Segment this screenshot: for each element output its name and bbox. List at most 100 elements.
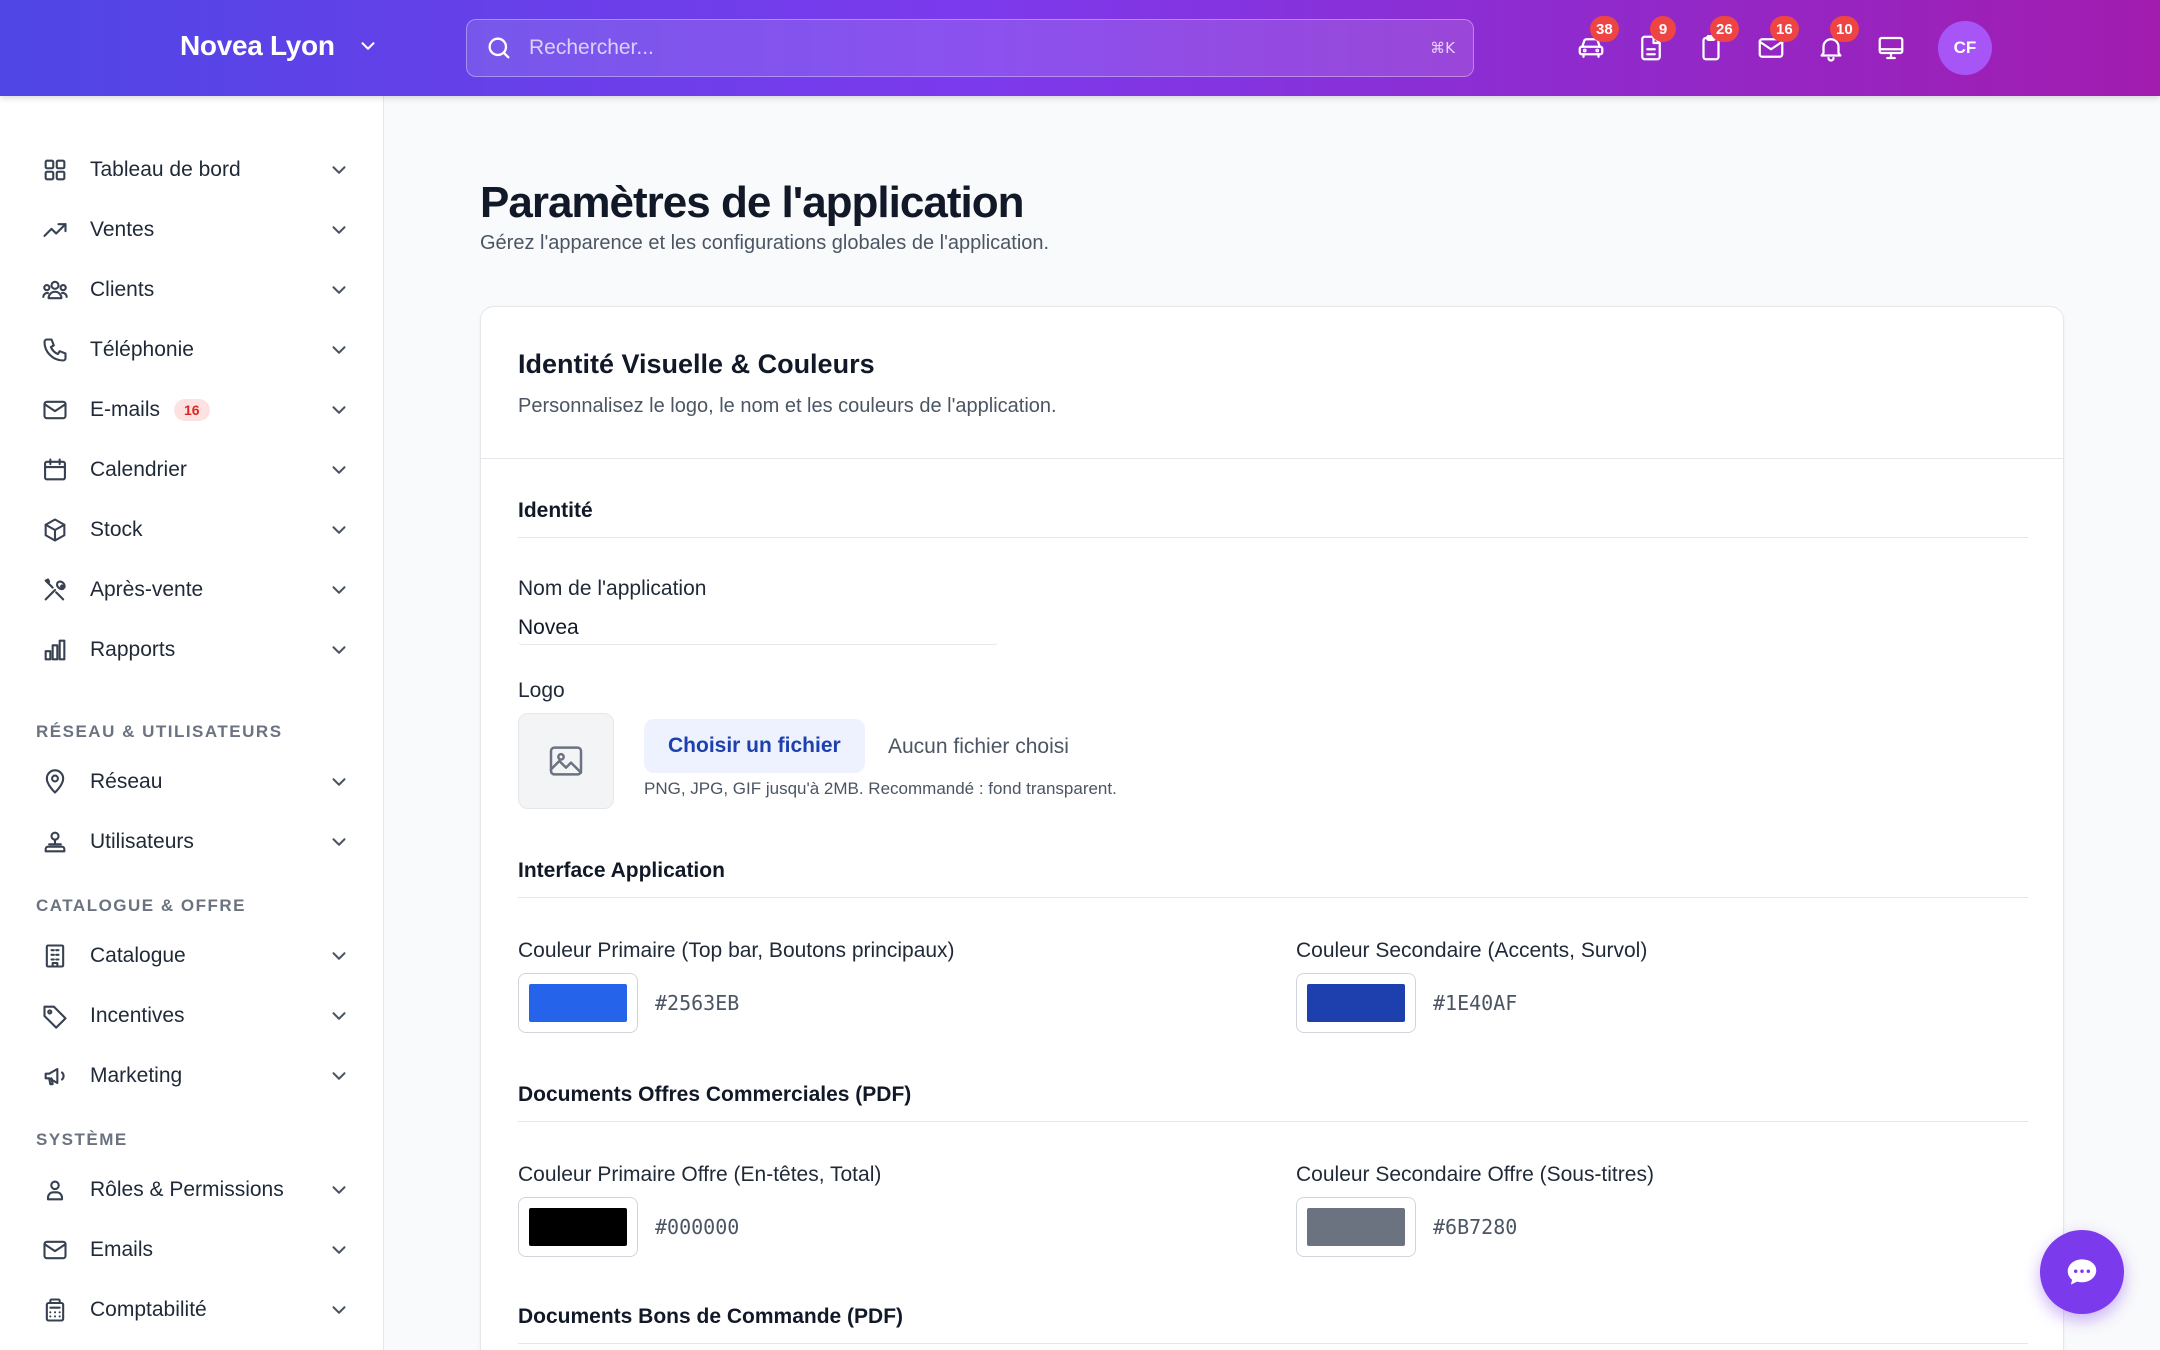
chevron-down-icon	[332, 286, 346, 294]
bell-badge: 10	[1830, 16, 1859, 42]
car-notifications-button[interactable]: 38	[1573, 16, 1619, 66]
chevron-down-icon	[332, 586, 346, 594]
chevron-down-icon	[332, 778, 346, 786]
sidebar-item-roles-permissions[interactable]: Rôles & Permissions	[40, 1168, 350, 1212]
user-avatar[interactable]: CF	[1938, 21, 1992, 75]
sidebar-item-label: Incentives	[90, 1004, 185, 1027]
sidebar-item-tableau-de-bord[interactable]: Tableau de bord	[40, 148, 350, 192]
sidebar-item-ventes[interactable]: Ventes	[40, 208, 350, 252]
chevron-down-icon	[332, 952, 346, 960]
chart-icon	[40, 635, 70, 665]
sidebar-item-utilisateurs[interactable]: Utilisateurs	[40, 820, 350, 864]
sidebar-item-label: Comptabilité	[90, 1298, 207, 1321]
logo-preview	[518, 713, 614, 809]
logo-label: Logo	[518, 679, 565, 702]
sidebar-item-label: Stock	[90, 518, 143, 541]
workspace-switcher[interactable]: Novea Lyon	[180, 30, 379, 62]
sidebar-item-rapports[interactable]: Rapports	[40, 628, 350, 672]
page-title: Paramètres de l'application	[480, 178, 1024, 227]
sidebar-item-e-mails[interactable]: E-mails 16	[40, 388, 350, 432]
mail-icon	[40, 395, 70, 425]
sidebar-item-calendrier[interactable]: Calendrier	[40, 448, 350, 492]
clipboard-badge: 26	[1710, 16, 1739, 42]
sidebar-item-label: Après-vente	[90, 578, 204, 601]
email-count-badge: 16	[174, 399, 210, 421]
chevron-down-icon	[332, 1186, 346, 1194]
sidebar-item-emails[interactable]: Emails	[40, 1228, 350, 1272]
trend-icon	[40, 215, 70, 245]
search-shortcut: ⌘K	[1430, 39, 1455, 57]
tasks-button[interactable]: 26	[1693, 16, 1739, 66]
chevron-down-icon	[332, 226, 346, 234]
search-icon	[488, 37, 510, 59]
tag-icon	[40, 1001, 70, 1031]
secondary-color-value: #1E40AF	[1433, 991, 1518, 1015]
user-network-icon	[40, 827, 70, 857]
users-icon	[40, 275, 70, 305]
chevron-down-icon	[361, 42, 375, 50]
sidebar-item-label: Téléphonie	[90, 338, 194, 361]
sidebar-item-label: Emails	[90, 1238, 154, 1261]
phone-icon	[40, 335, 70, 365]
box-icon	[40, 515, 70, 545]
brand-name: Novea Lyon	[180, 30, 335, 61]
sidebar-item-stock[interactable]: Stock	[40, 508, 350, 552]
sidebar-item-telephonie[interactable]: Téléphonie	[40, 328, 350, 372]
notifications-button[interactable]: 10	[1813, 16, 1859, 66]
settings-card: Identité Visuelle & Couleurs Personnalis…	[480, 306, 2064, 1350]
primary-color-picker[interactable]	[518, 973, 638, 1033]
card-header: Identité Visuelle & Couleurs Personnalis…	[481, 307, 2063, 459]
messages-button[interactable]: 16	[1753, 16, 1799, 66]
sidebar-item-label: Marketing	[90, 1064, 183, 1087]
calculator-icon	[40, 1295, 70, 1325]
offer-primary-color-label: Couleur Primaire Offre (En-têtes, Total)	[518, 1163, 882, 1186]
documents-button[interactable]: 9	[1633, 16, 1676, 66]
secondary-color-swatch	[1307, 984, 1405, 1022]
sidebar-item-marketing[interactable]: Marketing	[40, 1054, 350, 1098]
user-icon	[40, 1175, 70, 1205]
search-bar[interactable]: ⌘K	[466, 19, 1474, 77]
sidebar-item-label: Clients	[90, 278, 155, 301]
app-name-input[interactable]	[518, 611, 998, 645]
chevron-down-icon	[332, 646, 346, 654]
sidebar-item-label: Rôles & Permissions	[90, 1178, 284, 1201]
sidebar-item-catalogue[interactable]: Catalogue	[40, 934, 350, 978]
sidebar-item-comptabilite[interactable]: Comptabilité	[40, 1288, 350, 1332]
offer-primary-color-value: #000000	[655, 1215, 740, 1239]
sidebar-item-label: Réseau	[90, 770, 163, 793]
sidebar: Tableau de bord Ventes Clients Téléphoni…	[0, 96, 384, 1350]
sidebar-item-reseau[interactable]: Réseau	[40, 760, 350, 804]
primary-color-value: #2563EB	[655, 991, 740, 1015]
mail-icon	[40, 1235, 70, 1265]
sidebar-item-label: Tableau de bord	[90, 158, 241, 181]
document-badge: 9	[1650, 16, 1676, 42]
offer-secondary-color-swatch	[1307, 1208, 1405, 1246]
secondary-color-picker[interactable]	[1296, 973, 1416, 1033]
sidebar-item-incentives[interactable]: Incentives	[40, 994, 350, 1038]
tools-icon	[40, 575, 70, 605]
megaphone-icon	[40, 1061, 70, 1091]
primary-color-label: Couleur Primaire (Top bar, Boutons princ…	[518, 939, 955, 962]
chevron-down-icon	[332, 166, 346, 174]
offer-primary-color-picker[interactable]	[518, 1197, 638, 1257]
section-orders: Documents Bons de Commande (PDF)	[518, 1305, 2028, 1344]
building-icon	[40, 941, 70, 971]
choose-file-button[interactable]: Choisir un fichier	[644, 719, 865, 773]
offer-primary-color-swatch	[529, 1208, 627, 1246]
chevron-down-icon	[332, 1246, 346, 1254]
sidebar-item-label: E-mails	[90, 398, 161, 421]
chat-button[interactable]	[2040, 1230, 2124, 1314]
card-title: Identité Visuelle & Couleurs	[518, 349, 875, 379]
offer-secondary-color-picker[interactable]	[1296, 1197, 1416, 1257]
sidebar-item-label: Utilisateurs	[90, 830, 194, 853]
car-badge: 38	[1590, 16, 1619, 42]
offer-secondary-color-label: Couleur Secondaire Offre (Sous-titres)	[1296, 1163, 1654, 1186]
sidebar-item-label: Calendrier	[90, 458, 187, 481]
sidebar-item-clients[interactable]: Clients	[40, 268, 350, 312]
sidebar-item-apres-vente[interactable]: Après-vente	[40, 568, 350, 612]
mail-badge: 16	[1770, 16, 1799, 42]
search-input[interactable]	[529, 36, 1431, 60]
display-button[interactable]	[1873, 30, 1909, 66]
section-offers: Documents Offres Commerciales (PDF)	[518, 1083, 2028, 1122]
section-title-network: RÉSEAU & UTILISATEURS	[36, 722, 283, 741]
